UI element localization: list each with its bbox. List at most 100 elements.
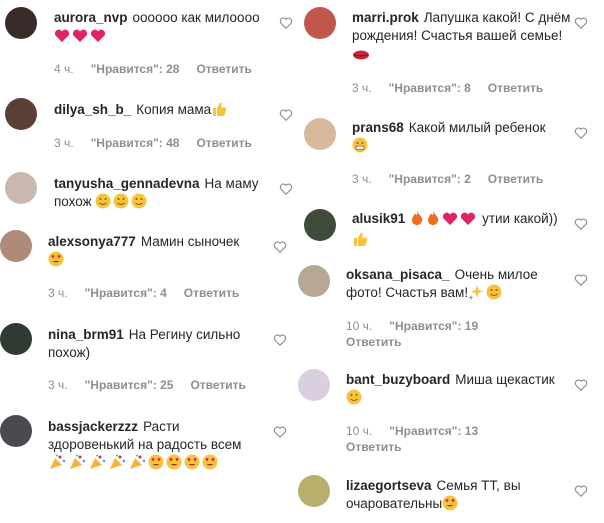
comment-meta: 3 ч. "Нравится": 4 Ответить	[48, 286, 256, 301]
comment-body: oksana_pisaca_ Очень милое фото! Счастья …	[346, 266, 568, 305]
party-popper-emoji	[68, 454, 86, 475]
comment-username[interactable]: nina_brm91	[48, 327, 124, 342]
hugging-emoji	[113, 193, 129, 214]
reply-button[interactable]: Ответить	[346, 440, 401, 454]
comment-username[interactable]: marri.prok	[352, 10, 419, 25]
comment-username[interactable]: bant_buzyboard	[346, 372, 450, 387]
heart-eyes-emoji	[184, 454, 200, 475]
hugging-emoji	[131, 193, 147, 214]
comment-time[interactable]: 3 ч.	[48, 286, 68, 300]
reply-button[interactable]: Ответить	[196, 62, 251, 76]
comment-body: prans68 Какой милый ребенок	[352, 119, 574, 158]
comment-likes[interactable]: "Нравится": 4	[85, 286, 167, 300]
like-heart-icon[interactable]	[574, 217, 588, 231]
comment-likes[interactable]: "Нравится": 2	[389, 172, 471, 186]
reply-button[interactable]: Ответить	[488, 172, 543, 186]
comment-username[interactable]: bassjackerzzz	[48, 419, 138, 434]
comment-time[interactable]: 10 ч.	[346, 424, 372, 438]
party-popper-emoji	[128, 454, 146, 475]
hugging-emoji	[95, 193, 111, 214]
comment-meta: 10 ч. "Нравится": 13 Ответить	[346, 423, 495, 455]
heart-emoji	[442, 212, 458, 231]
comment-body: nina_brm91 На Регину сильно похож)	[48, 326, 276, 362]
like-heart-icon[interactable]	[273, 240, 287, 254]
fire-emoji	[410, 210, 424, 231]
reply-button[interactable]: Ответить	[346, 335, 401, 349]
comment-text: Миша щекастик	[455, 372, 555, 387]
comment-username[interactable]: oksana_pisaca_	[346, 267, 450, 282]
avatar[interactable]	[304, 118, 336, 150]
comments-column-right: marri.prok Лапушка какой! С днём рождения…	[298, 0, 604, 523]
heart-eyes-emoji	[202, 454, 218, 475]
like-heart-icon[interactable]	[574, 126, 588, 140]
avatar[interactable]	[298, 475, 330, 507]
comment-likes[interactable]: "Нравится": 13	[389, 424, 478, 438]
heart-emoji	[54, 29, 70, 48]
reply-button[interactable]: Ответить	[196, 136, 251, 150]
like-heart-icon[interactable]	[574, 16, 588, 30]
heart-eyes-emoji	[442, 495, 458, 516]
comment-likes[interactable]: "Нравится": 19	[389, 319, 478, 333]
heart-emoji	[90, 29, 106, 48]
comment-text: Какой милый ребенок	[408, 120, 546, 135]
thumbs-up-emoji	[211, 101, 227, 122]
comment-likes[interactable]: "Нравится": 8	[389, 81, 471, 95]
comment-likes[interactable]: "Нравится": 28	[91, 62, 180, 76]
comment-username[interactable]: tanyusha_gennadevna	[54, 176, 200, 191]
comment-meta: 3 ч. "Нравится": 48 Ответить	[54, 136, 269, 151]
heart-emoji	[72, 29, 88, 48]
comment-body: marri.prok Лапушка какой! С днём рождения…	[352, 9, 574, 66]
comment-text: оооооо как милоооо	[132, 10, 260, 25]
comment-username[interactable]: lizaegortseva	[346, 478, 432, 493]
avatar[interactable]	[5, 98, 37, 130]
heart-emoji	[460, 212, 476, 231]
party-popper-emoji	[88, 454, 106, 475]
comment-username[interactable]: alexsonya777	[48, 234, 136, 249]
comment-time[interactable]: 10 ч.	[346, 319, 372, 333]
reply-button[interactable]: Ответить	[488, 81, 543, 95]
comment-username[interactable]: prans68	[352, 120, 404, 135]
like-heart-icon[interactable]	[273, 333, 287, 347]
comment-time[interactable]: 3 ч.	[352, 81, 372, 95]
comment-body: lizaegortseva Семья ТТ, вы очаровательны	[346, 477, 568, 516]
reply-button[interactable]: Ответить	[184, 286, 239, 300]
comment-body: bassjackerzzz Расти здоровенький на радос…	[48, 418, 253, 475]
avatar[interactable]	[5, 7, 37, 39]
thumbs-up-emoji	[352, 231, 368, 252]
avatar[interactable]	[298, 369, 330, 401]
comment-body: dilya_sh_b_ Копия мама	[54, 101, 276, 122]
heart-eyes-emoji	[48, 251, 64, 272]
kiss-emoji	[352, 48, 370, 66]
avatar[interactable]	[5, 172, 37, 204]
comment-username[interactable]: dilya_sh_b_	[54, 102, 131, 117]
comment-likes[interactable]: "Нравится": 48	[91, 136, 180, 150]
comment-time[interactable]: 3 ч.	[54, 136, 74, 150]
like-heart-icon[interactable]	[574, 378, 588, 392]
avatar[interactable]	[0, 230, 32, 262]
like-heart-icon[interactable]	[279, 16, 293, 30]
avatar[interactable]	[0, 323, 32, 355]
comment-text: утии какой))	[482, 211, 558, 226]
comment-username[interactable]: alusik91	[352, 211, 405, 226]
comment-username[interactable]: aurora_nvp	[54, 10, 128, 25]
comment-time[interactable]: 4 ч.	[54, 62, 74, 76]
comment-body: alexsonya777 Мамин сыночек	[48, 233, 276, 272]
like-heart-icon[interactable]	[279, 182, 293, 196]
like-heart-icon[interactable]	[574, 484, 588, 498]
avatar[interactable]	[0, 415, 32, 447]
reply-button[interactable]: Ответить	[190, 378, 245, 392]
like-heart-icon[interactable]	[273, 425, 287, 439]
fire-emoji	[426, 210, 440, 231]
comment-text: Мамин сыночек	[140, 234, 240, 249]
like-heart-icon[interactable]	[574, 273, 588, 287]
comment-time[interactable]: 3 ч.	[48, 378, 68, 392]
avatar[interactable]	[304, 7, 336, 39]
avatar[interactable]	[304, 209, 336, 241]
comment-time[interactable]: 3 ч.	[352, 172, 372, 186]
grinning-emoji	[352, 137, 368, 158]
like-heart-icon[interactable]	[279, 108, 293, 122]
comment-likes[interactable]: "Нравится": 25	[85, 378, 174, 392]
comments-column-left: aurora_nvp оооооо как милоооо 4 ч. "Нравит…	[0, 0, 302, 523]
avatar[interactable]	[298, 265, 330, 297]
comment-meta: 3 ч. "Нравится": 2 Ответить	[352, 172, 560, 187]
